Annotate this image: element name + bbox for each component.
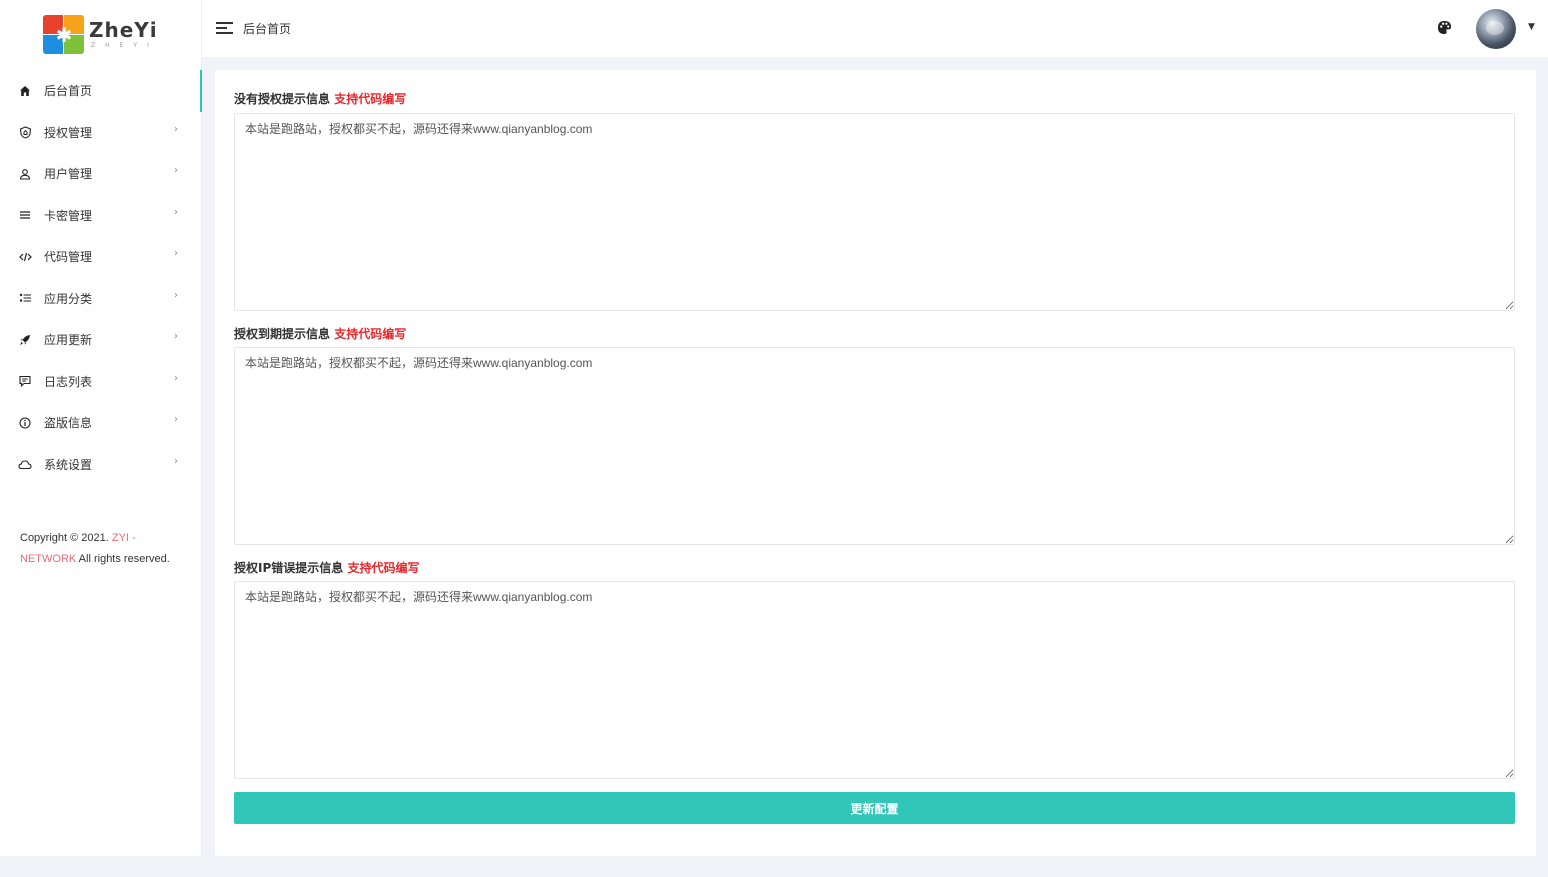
- list-icon: [18, 208, 32, 222]
- logo-mark-icon: ✱: [43, 15, 85, 55]
- field-hint: 支持代码编写: [334, 92, 407, 106]
- sidebar-item-piracy[interactable]: 盗版信息 ›: [0, 402, 202, 444]
- copyright: Copyright © 2021. ZYI - NETWORK All righ…: [20, 528, 190, 570]
- settings-card: 没有授权提示信息 支持代码编写 本站是跑路站，授权都买不起，源码还得来www.q…: [215, 70, 1536, 856]
- update-config-button[interactable]: 更新配置: [234, 792, 1515, 824]
- brand-subtitle: ZHEYI: [91, 42, 159, 49]
- chevron-right-icon: ›: [174, 123, 178, 135]
- home-icon: [18, 84, 32, 98]
- field-hint: 支持代码编写: [347, 561, 420, 575]
- shield-icon: [18, 125, 32, 139]
- sidebar-item-label: 日志列表: [44, 374, 93, 389]
- field-hint: 支持代码编写: [334, 327, 407, 341]
- sidebar-item-label: 用户管理: [44, 167, 93, 182]
- user-icon: [18, 167, 32, 181]
- sidebar-item-label: 盗版信息: [44, 416, 93, 431]
- chevron-right-icon: ›: [174, 331, 178, 342]
- code-icon: [18, 250, 32, 264]
- sidebar-item-users[interactable]: 用户管理 ›: [0, 153, 202, 195]
- field-label-text: 没有授权提示信息: [234, 92, 331, 106]
- sidebar-item-categories[interactable]: 应用分类 ›: [0, 278, 202, 320]
- sidebar-item-settings[interactable]: 系统设置 ›: [0, 444, 202, 486]
- sidebar-item-home[interactable]: 后台首页: [0, 70, 202, 112]
- ip-error-message-textarea[interactable]: 本站是跑路站，授权都买不起，源码还得来www.qianyanblog.com: [234, 581, 1515, 779]
- sidebar-item-label: 应用更新: [44, 333, 93, 348]
- field-label-expired: 授权到期提示信息 支持代码编写: [234, 325, 406, 342]
- unauthorized-message-textarea[interactable]: 本站是跑路站，授权都买不起，源码还得来www.qianyanblog.com: [234, 113, 1515, 311]
- chevron-right-icon: ›: [174, 414, 178, 425]
- category-icon: [18, 291, 32, 305]
- sidebar: ✱ ZheYi ZHEYI 后台首页 授权管理 › 用户管理 › 卡密管理 › …: [0, 0, 202, 856]
- sidebar-item-label: 卡密管理: [44, 208, 93, 223]
- sidebar-menu: 后台首页 授权管理 › 用户管理 › 卡密管理 › 代码管理 › 应用分类 › …: [0, 70, 202, 485]
- chevron-right-icon: ›: [174, 206, 178, 218]
- sidebar-item-label: 代码管理: [44, 250, 93, 265]
- brand-title: ZheYi: [89, 18, 158, 42]
- sidebar-item-label: 后台首页: [44, 84, 93, 99]
- field-label-text: 授权到期提示信息: [234, 327, 331, 341]
- cloud-icon: [18, 457, 32, 471]
- info-icon: [18, 416, 32, 430]
- sidebar-item-auth[interactable]: 授权管理 ›: [0, 112, 202, 154]
- chevron-right-icon: ›: [174, 248, 178, 259]
- copyright-prefix: Copyright © 2021.: [20, 532, 112, 544]
- chevron-right-icon: ›: [174, 289, 178, 301]
- message-icon: [18, 374, 32, 388]
- chevron-right-icon: ›: [174, 372, 178, 384]
- sidebar-item-label: 应用分类: [44, 291, 93, 306]
- app-root: ✱ ZheYi ZHEYI 后台首页 授权管理 › 用户管理 › 卡密管理 › …: [0, 0, 1548, 877]
- chevron-down-icon[interactable]: ▼: [1528, 22, 1535, 32]
- sidebar-item-logs[interactable]: 日志列表 ›: [0, 361, 202, 403]
- top-header: 后台首页 ▼: [202, 0, 1548, 57]
- expired-message-textarea[interactable]: 本站是跑路站，授权都买不起，源码还得来www.qianyanblog.com: [234, 347, 1515, 545]
- avatar[interactable]: [1476, 9, 1516, 49]
- chevron-right-icon: ›: [174, 165, 178, 176]
- page-title: 后台首页: [243, 22, 292, 36]
- brand-logo[interactable]: ✱ ZheYi ZHEYI: [43, 14, 163, 56]
- sidebar-item-label: 系统设置: [44, 457, 93, 472]
- sidebar-item-label: 授权管理: [44, 125, 93, 140]
- field-label-unauthorized: 没有授权提示信息 支持代码编写: [234, 90, 406, 107]
- field-label-text: 授权IP错误提示信息: [234, 561, 344, 575]
- sidebar-item-updates[interactable]: 应用更新 ›: [0, 319, 202, 361]
- rocket-icon: [18, 333, 32, 347]
- sidebar-item-code[interactable]: 代码管理 ›: [0, 236, 202, 278]
- field-label-ip-error: 授权IP错误提示信息 支持代码编写: [234, 559, 419, 576]
- sidebar-item-cards[interactable]: 卡密管理 ›: [0, 195, 202, 237]
- palette-icon[interactable]: [1437, 20, 1453, 36]
- chevron-right-icon: ›: [174, 455, 178, 467]
- copyright-suffix: All rights reserved.: [76, 553, 170, 565]
- menu-toggle-icon[interactable]: [216, 20, 234, 36]
